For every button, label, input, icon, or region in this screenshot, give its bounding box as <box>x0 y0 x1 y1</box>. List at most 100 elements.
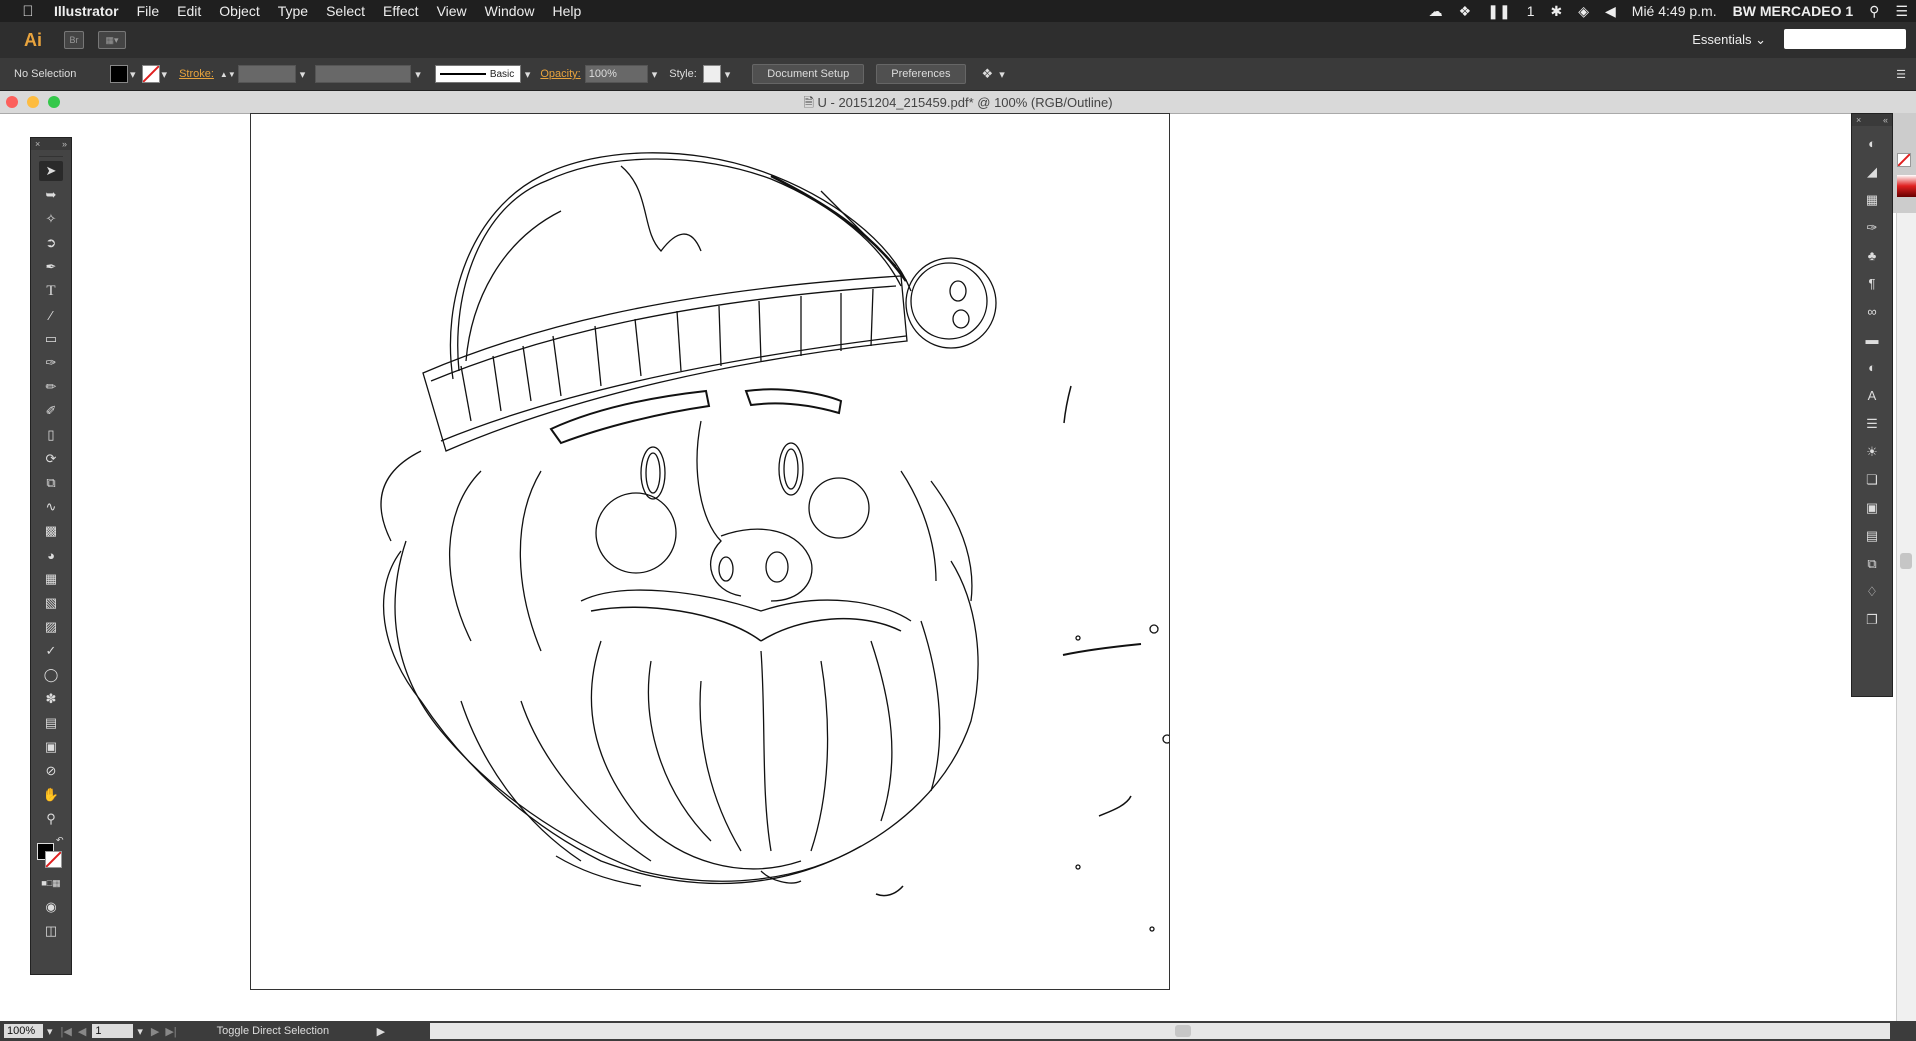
line-tool-icon[interactable]: ∕ <box>39 305 63 325</box>
previous-artboard-icon[interactable]: ◀ <box>78 1025 86 1038</box>
pause-icon[interactable]: ❚❚ <box>1487 3 1510 20</box>
bridge-button[interactable]: Br <box>64 31 84 49</box>
variable-width-dropdown-arrow[interactable]: ▾ <box>415 68 421 81</box>
fill-dropdown-arrow[interactable]: ▾ <box>130 68 136 81</box>
stroke-icon[interactable]: ☰ <box>1860 414 1884 434</box>
notification-center-icon[interactable]: ☰ <box>1895 3 1908 20</box>
layers-icon[interactable]: ♢ <box>1860 582 1884 602</box>
tools-panel-header[interactable]: ×» <box>31 138 71 150</box>
menu-effect[interactable]: Effect <box>383 3 419 19</box>
brush-dropdown-arrow[interactable]: ▾ <box>525 68 531 81</box>
horizontal-scrollbar[interactable] <box>430 1023 1890 1039</box>
menu-help[interactable]: Help <box>552 3 581 19</box>
isolate-selected-icon[interactable]: ❖ <box>982 66 994 82</box>
direct-selection-tool-icon[interactable]: ➥ <box>39 185 63 205</box>
menu-type[interactable]: Type <box>278 3 308 19</box>
menu-window[interactable]: Window <box>485 3 535 19</box>
wifi-icon[interactable]: ◈ <box>1578 3 1589 20</box>
next-artboard-icon[interactable]: ▶ <box>151 1025 159 1038</box>
panel-menu-icon[interactable]: ☰ <box>1896 68 1906 81</box>
collapsed-color-panel[interactable] <box>1893 113 1916 213</box>
magic-wand-tool-icon[interactable]: ✧ <box>39 209 63 229</box>
symbol-sprayer-tool-icon[interactable]: ✽ <box>39 689 63 709</box>
rectangle-tool-icon[interactable]: ▭ <box>39 329 63 349</box>
dropbox-icon[interactable]: ❖ <box>1459 3 1472 20</box>
drawing-mode-icon[interactable]: ◉ <box>39 897 63 917</box>
transparency-icon[interactable]: ◐ <box>1860 358 1884 378</box>
pencil-tool-icon[interactable]: ✏ <box>39 377 63 397</box>
column-graph-tool-icon[interactable]: ▤ <box>39 713 63 733</box>
stroke-dropdown-arrow[interactable]: ▾ <box>162 68 168 81</box>
opacity-label[interactable]: Opacity: <box>540 68 580 80</box>
stroke-weight-input[interactable] <box>237 65 296 83</box>
stroke-label[interactable]: Stroke: <box>179 68 214 80</box>
opacity-input[interactable]: 100% <box>584 65 648 83</box>
symbols-icon[interactable]: ♣ <box>1860 246 1884 266</box>
appearance-icon[interactable]: ☀ <box>1860 442 1884 462</box>
collapse-panel-icon[interactable]: » <box>62 138 67 150</box>
mesh-tool-icon[interactable]: ▧ <box>39 593 63 613</box>
close-panel-icon[interactable]: × <box>35 139 40 149</box>
zoom-tool-icon[interactable]: ⚲ <box>39 809 63 829</box>
perspective-grid-tool-icon[interactable]: ▦ <box>39 569 63 589</box>
menu-edit[interactable]: Edit <box>177 3 201 19</box>
hand-tool-icon[interactable]: ✋ <box>39 785 63 805</box>
user-name[interactable]: BW MERCADEO 1 <box>1733 3 1854 19</box>
paragraph-icon[interactable]: ¶ <box>1860 274 1884 294</box>
artboard-dropdown-arrow[interactable]: ▾ <box>137 1025 143 1038</box>
blob-brush-tool-icon[interactable]: ✐ <box>39 401 63 421</box>
align-icon[interactable]: ▤ <box>1860 526 1884 546</box>
blend-tool-icon[interactable]: ◯ <box>39 665 63 685</box>
scale-tool-icon[interactable]: ⧉ <box>39 473 63 493</box>
workspace-switcher[interactable]: Essentials ⌄ <box>1692 32 1766 48</box>
type-tool-icon[interactable]: T <box>39 281 63 301</box>
screen-mode-icon[interactable]: ◫ <box>39 921 63 941</box>
warp-tool-icon[interactable]: ∿ <box>39 497 63 517</box>
opentype-icon[interactable]: ∞ <box>1860 302 1884 322</box>
free-transform-tool-icon[interactable]: ▩ <box>39 521 63 541</box>
style-dropdown-arrow[interactable]: ▾ <box>725 68 731 81</box>
rotate-tool-icon[interactable]: ⟳ <box>39 449 63 469</box>
stroke-weight-stepper[interactable]: ▲▼ <box>220 70 236 79</box>
isolate-dropdown-arrow[interactable]: ▾ <box>999 68 1005 81</box>
selection-tool-icon[interactable]: ➤ <box>39 161 63 181</box>
color-guide-icon[interactable]: ◢ <box>1860 162 1884 182</box>
opacity-dropdown-arrow[interactable]: ▾ <box>652 68 658 81</box>
vertical-scroll-thumb[interactable] <box>1900 553 1912 569</box>
santa-sketch-artwork[interactable] <box>251 114 1172 989</box>
last-artboard-icon[interactable]: ▶| <box>165 1025 176 1038</box>
stroke-weight-dropdown-arrow[interactable]: ▾ <box>300 68 306 81</box>
clock[interactable]: Mié 4:49 p.m. <box>1632 3 1717 19</box>
creative-cloud-icon[interactable]: ☁ <box>1429 3 1443 20</box>
stroke-swatch[interactable] <box>141 65 160 83</box>
brush-definition[interactable]: Basic <box>434 65 521 83</box>
search-help-input[interactable] <box>1784 29 1906 49</box>
app-name-menu[interactable]: Illustrator <box>54 3 119 19</box>
artboards-icon[interactable]: ❐ <box>1860 610 1884 630</box>
swatches-icon[interactable]: ▦ <box>1860 190 1884 210</box>
artboard-number-input[interactable]: 1 <box>92 1024 134 1038</box>
eraser-tool-icon[interactable]: ▯ <box>39 425 63 445</box>
color-mode-icons[interactable]: ■□▦ <box>39 873 63 893</box>
artboard[interactable] <box>250 113 1172 990</box>
swap-colors-icon[interactable]: ↶ <box>56 835 64 846</box>
horizontal-scroll-thumb[interactable] <box>1175 1025 1191 1037</box>
pen-tool-icon[interactable]: ✒ <box>39 257 63 277</box>
gradient-icon[interactable]: ▬ <box>1860 330 1884 350</box>
menu-object[interactable]: Object <box>219 3 259 19</box>
stroke-color-box[interactable] <box>45 851 62 868</box>
fill-swatch[interactable] <box>110 65 128 83</box>
dock-header[interactable]: × « <box>1852 114 1892 126</box>
expand-dock-icon[interactable]: « <box>1883 114 1888 126</box>
graphic-style-swatch[interactable] <box>702 65 721 83</box>
close-dock-icon[interactable]: × <box>1856 115 1861 125</box>
zoom-dropdown-arrow[interactable]: ▾ <box>47 1025 53 1038</box>
shape-builder-tool-icon[interactable]: ◕ <box>39 545 63 565</box>
color-panel-spectrum[interactable] <box>1897 175 1916 197</box>
eyedropper-tool-icon[interactable]: ✓ <box>39 641 63 661</box>
status-menu-arrow[interactable]: ▶ <box>377 1025 385 1038</box>
bluetooth-icon[interactable]: ✱ <box>1550 3 1562 20</box>
preferences-button[interactable]: Preferences <box>876 64 966 84</box>
first-artboard-icon[interactable]: |◀ <box>61 1025 72 1038</box>
color-icon[interactable]: ◐ <box>1860 134 1884 154</box>
